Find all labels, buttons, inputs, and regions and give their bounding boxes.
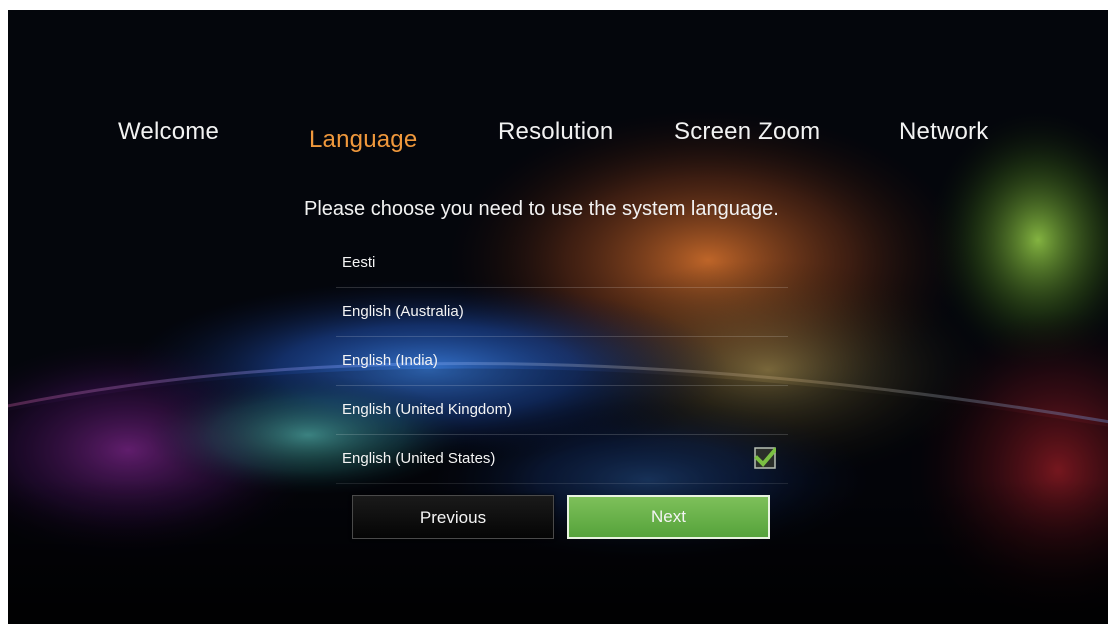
setup-wizard-screen: Welcome Language Resolution Screen Zoom …: [8, 10, 1108, 624]
language-option-english-uk[interactable]: English (United Kingdom): [336, 386, 788, 435]
language-option-english-india[interactable]: English (India): [336, 337, 788, 386]
language-option-english-us[interactable]: English (United States): [336, 435, 788, 484]
language-label: English (India): [342, 352, 438, 369]
language-label: English (Australia): [342, 303, 464, 320]
step-welcome[interactable]: Welcome: [118, 118, 219, 146]
checkmark-icon[interactable]: [754, 447, 776, 469]
step-screen-zoom[interactable]: Screen Zoom: [674, 118, 820, 146]
step-language[interactable]: Language: [309, 126, 417, 154]
previous-button[interactable]: Previous: [352, 495, 554, 539]
language-list[interactable]: Eesti English (Australia) English (India…: [336, 239, 788, 484]
wizard-step-bar: Welcome Language Resolution Screen Zoom …: [8, 118, 1108, 158]
language-label: Eesti: [342, 254, 376, 271]
language-label: English (United Kingdom): [342, 401, 513, 418]
language-option-eesti[interactable]: Eesti: [336, 239, 788, 288]
step-network[interactable]: Network: [899, 118, 988, 146]
language-option-english-australia[interactable]: English (Australia): [336, 288, 788, 337]
language-prompt: Please choose you need to use the system…: [304, 198, 779, 220]
language-label: English (United States): [342, 450, 496, 467]
next-button[interactable]: Next: [567, 495, 770, 539]
step-resolution[interactable]: Resolution: [498, 118, 613, 146]
